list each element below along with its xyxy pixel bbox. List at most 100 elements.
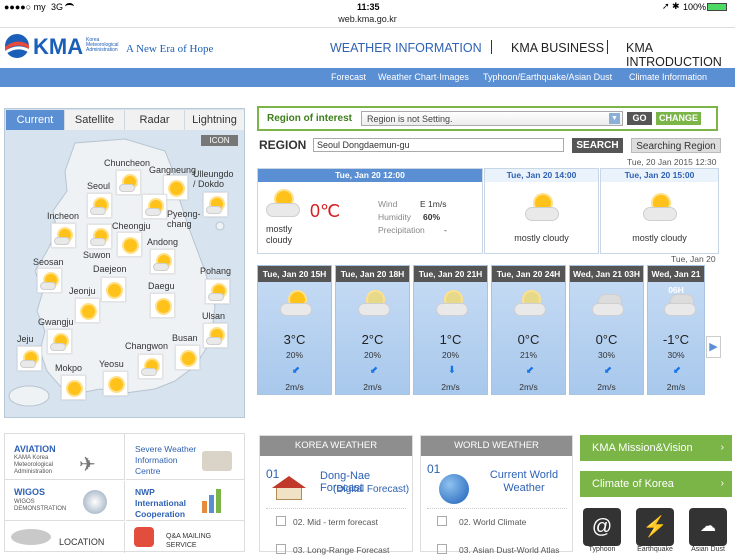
sun-cloud-icon[interactable] — [203, 323, 228, 348]
forecast-time: Tue, Jan 20 18H — [336, 266, 409, 282]
world-climate-link[interactable]: 02. World Climate — [459, 517, 526, 527]
sun-icon[interactable] — [150, 293, 175, 318]
city-chuncheon[interactable]: Chuncheon — [104, 158, 150, 168]
sun-icon[interactable] — [61, 375, 86, 400]
forecast-column[interactable]: Wed, Jan 21 06H -1°C 30% ⬋ 2m/s — [647, 265, 705, 395]
earthquake-icon[interactable]: ⚡ — [636, 508, 674, 546]
tab-lightning[interactable]: Lightning — [185, 110, 244, 130]
nav-kma-business[interactable]: KMA BUSINESS — [511, 41, 604, 55]
kma-logo-icon[interactable] — [4, 33, 30, 59]
tab-current[interactable]: Current — [6, 110, 65, 130]
city-andong[interactable]: Andong — [147, 237, 178, 247]
location-link[interactable]: LOCATION — [5, 522, 125, 553]
next-arrow-button[interactable]: ▶ — [706, 336, 721, 358]
city-jeju[interactable]: Jeju — [17, 334, 34, 344]
world-weather-number: 01 — [427, 462, 441, 476]
nav-weather-information[interactable]: WEATHER INFORMATION — [330, 41, 482, 55]
city-ulsan[interactable]: Ulsan — [202, 311, 225, 321]
subnav-weather-chart[interactable]: Weather Chart·Images — [378, 72, 469, 82]
logo-text[interactable]: KMA — [33, 34, 83, 60]
sun-cloud-icon[interactable] — [205, 279, 230, 304]
forecast-column[interactable]: Wed, Jan 21 03H 0°C 30% ⬋ 2m/s — [569, 265, 644, 395]
kma-mission-vision-button[interactable]: KMA Mission&Vision › — [580, 435, 732, 461]
city-changwon[interactable]: Changwon — [125, 341, 168, 351]
aviation-link[interactable]: AVIATION KAMA Korea Meteorological Admin… — [5, 434, 125, 480]
region-search-input[interactable]: Seoul Dongdaemun-gu — [313, 138, 564, 152]
subnav-typhoon[interactable]: Typhoon/Earthquake/Asian Dust — [483, 72, 612, 82]
forecast-column[interactable]: Tue, Jan 20 15H 3°C 20% ⬋ 2m/s — [257, 265, 332, 395]
update-timestamp: Tue, 20 Jan 2015 12:30 — [627, 157, 717, 167]
city-incheon[interactable]: Incheon — [47, 211, 79, 221]
subnav-climate[interactable]: Climate Information — [629, 72, 707, 82]
city-gangneung[interactable]: Gangneung — [149, 165, 196, 175]
sun-cloud-icon[interactable] — [138, 354, 163, 379]
forecast-precip-chance: 20% — [441, 350, 459, 360]
change-button[interactable]: CHANGE — [656, 112, 701, 125]
tab-radar[interactable]: Radar — [125, 110, 185, 130]
typhoon-icon[interactable]: @ — [583, 508, 621, 546]
sun-cloud-icon[interactable] — [203, 192, 228, 217]
severe-weather-link[interactable]: Severe Weather Information Centre — [126, 434, 244, 480]
nav-kma-introduction[interactable]: KMA INTRODUCTION — [626, 41, 735, 69]
city-busan[interactable]: Busan — [172, 333, 198, 343]
asian-dust-icon[interactable]: ☁ — [689, 508, 727, 546]
forecast-time: Tue, Jan 20 15H — [258, 266, 331, 282]
sun-cloud-icon[interactable] — [150, 249, 175, 274]
qa-link[interactable]: Q&A MAILING SERVICE — [126, 522, 244, 553]
subnav-forecast[interactable]: Forecast — [331, 72, 366, 82]
sun-cloud-icon[interactable] — [87, 224, 112, 249]
city-pyeongchang[interactable]: Pyeong-chang — [167, 209, 207, 229]
forecast-wind: 2m/s — [519, 382, 538, 392]
aviation-subtitle: KAMA Korea Meteorological Administration — [14, 455, 54, 475]
city-gwangju[interactable]: Gwangju — [38, 317, 74, 327]
wind-arrow-icon: ⬋ — [525, 365, 535, 376]
sun-cloud-icon[interactable] — [47, 329, 72, 354]
sun-cloud-icon[interactable] — [17, 346, 42, 371]
url-bar[interactable]: web.kma.go.kr — [0, 14, 735, 28]
sun-icon[interactable] — [175, 345, 200, 370]
nwp-link[interactable]: NWP International Cooperation — [126, 481, 244, 521]
wigos-title: WIGOS — [14, 487, 45, 497]
city-daegu[interactable]: Daegu — [148, 281, 175, 291]
sun-cloud-icon[interactable] — [142, 194, 167, 219]
city-cheongju[interactable]: Cheongju — [112, 221, 151, 231]
forecast-column[interactable]: Tue, Jan 20 24H 0°C 21% ⬋ 2m/s — [491, 265, 566, 395]
sun-cloud-icon[interactable] — [116, 170, 141, 195]
forecast-column[interactable]: Tue, Jan 20 21H 1°C 20% ⬇ 2m/s — [413, 265, 488, 395]
sun-icon[interactable] — [101, 277, 126, 302]
forecast-precip-chance: 20% — [363, 350, 381, 360]
city-yeosu[interactable]: Yeosu — [99, 359, 124, 369]
forecast-wind: 2m/s — [666, 382, 686, 392]
city-suwon[interactable]: Suwon — [83, 250, 111, 260]
divider — [266, 508, 406, 509]
sun-cloud-icon[interactable] — [87, 193, 112, 218]
city-daejeon[interactable]: Daejeon — [93, 264, 127, 274]
severe-weather-title: Severe Weather Information Centre — [135, 444, 197, 476]
mid-term-forecast-link[interactable]: 02. Mid - term forecast — [293, 517, 378, 527]
city-seoul[interactable]: Seoul — [87, 181, 110, 191]
search-button[interactable]: SEARCH — [572, 138, 623, 153]
city-mokpo[interactable]: Mokpo — [55, 363, 82, 373]
searching-region-button[interactable]: Searching Region — [631, 138, 721, 153]
city-pohang[interactable]: Pohang — [200, 266, 231, 276]
city-jeonju[interactable]: Jeonju — [69, 286, 96, 296]
sun-cloud-icon[interactable] — [51, 223, 76, 248]
current-world-weather-link[interactable]: Current World Weather — [489, 469, 559, 495]
asian-dust-atlas-link[interactable]: 03. Asian Dust-World Atlas — [459, 545, 559, 555]
city-ulleungdo[interactable]: Ulleungdo / Dokdo — [193, 169, 238, 189]
roi-select[interactable]: Region is not Setting. ▼ — [361, 111, 623, 126]
climate-of-korea-button[interactable]: Climate of Korea › — [580, 471, 732, 497]
forecast-column[interactable]: Tue, Jan 20 18H 2°C 20% ⬋ 2m/s — [335, 265, 410, 395]
sun-icon[interactable] — [103, 371, 128, 396]
city-seosan[interactable]: Seosan — [33, 257, 64, 267]
tab-satellite[interactable]: Satellite — [65, 110, 125, 130]
wigos-link[interactable]: WIGOS WIGOS DEMONSTRATION — [5, 481, 125, 521]
wind-arrow-icon: ⬋ — [369, 365, 379, 376]
sun-icon[interactable] — [75, 298, 100, 323]
slogan: A New Era of Hope — [126, 43, 214, 55]
long-range-forecast-link[interactable]: 03. Long-Range Forecast — [293, 545, 389, 555]
sun-icon[interactable] — [117, 232, 142, 257]
sun-cloud-icon[interactable] — [37, 268, 62, 293]
world-weather-box: WORLD WEATHER 01 Current World Weather 0… — [420, 435, 573, 555]
go-button[interactable]: GO — [627, 112, 652, 125]
